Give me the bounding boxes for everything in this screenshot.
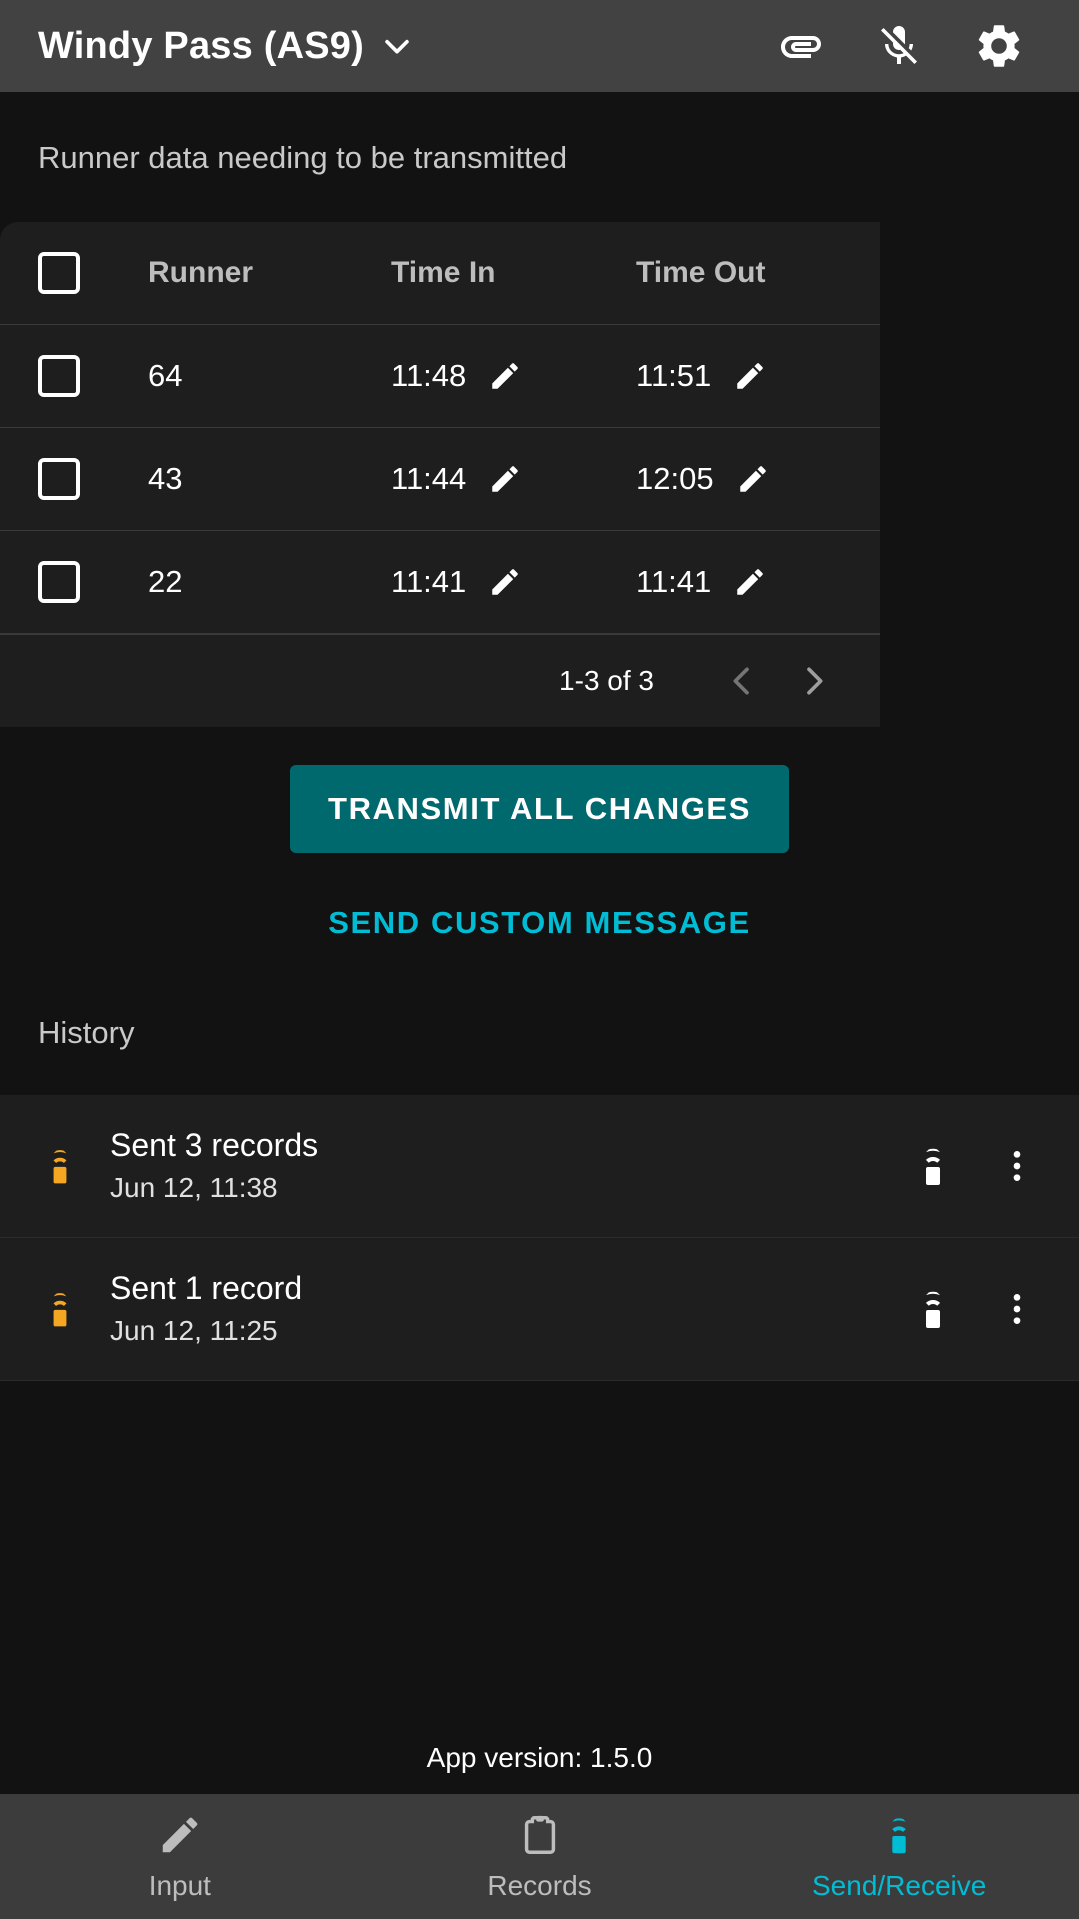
previous-page-button[interactable] <box>706 645 778 717</box>
history-label: History <box>38 1015 135 1050</box>
checkbox-box <box>38 561 80 603</box>
microphone-off-icon[interactable] <box>875 22 923 70</box>
history-title: Sent 1 record <box>110 1270 303 1307</box>
history-trailing <box>909 1285 1037 1333</box>
history-title: Sent 3 records <box>110 1127 319 1164</box>
remote-transmit-icon <box>38 1287 106 1331</box>
more-vertical-icon[interactable] <box>997 1146 1037 1186</box>
row-checkbox[interactable] <box>38 561 148 603</box>
time-out-value: 12:05 <box>636 461 714 496</box>
table-header-row: Runner Time In Time Out <box>0 222 880 325</box>
section-label: Runner data needing to be transmitted <box>38 140 568 175</box>
pencil-icon[interactable] <box>733 565 767 599</box>
bottom-navigation: Input Records Send/Receive <box>0 1794 1079 1919</box>
history-list: Sent 3 records Jun 12, 11:38 Sent 1 reco… <box>0 1095 1079 1381</box>
column-header-time-in[interactable]: Time In <box>391 256 636 290</box>
column-header-time-out[interactable]: Time Out <box>636 256 881 290</box>
page-title: Windy Pass (AS9) <box>38 24 364 67</box>
table-row[interactable]: 64 11:48 11:51 <box>0 325 880 428</box>
nav-label-input: Input <box>148 1869 211 1901</box>
app-screen: Windy Pass (AS9) Runner data needing to … <box>0 0 1079 1919</box>
cell-time-in: 11:48 <box>391 358 636 394</box>
history-timestamp: Jun 12, 11:38 <box>110 1172 278 1204</box>
time-out-value: 11:41 <box>636 564 712 599</box>
chevron-down-icon[interactable] <box>380 29 414 63</box>
history-trailing <box>909 1142 1037 1190</box>
remote-transmit-icon[interactable] <box>909 1142 957 1190</box>
send-custom-message-button[interactable]: SEND CUSTOM MESSAGE <box>308 875 771 971</box>
app-bar: Windy Pass (AS9) <box>0 0 1079 92</box>
next-page-button[interactable] <box>778 645 850 717</box>
nav-item-send-receive[interactable]: Send/Receive <box>719 1812 1079 1902</box>
cell-time-in: 11:41 <box>391 564 636 600</box>
cell-runner: 22 <box>148 564 183 599</box>
app-bar-actions <box>777 20 1053 72</box>
list-item[interactable]: Sent 3 records Jun 12, 11:38 <box>0 1095 1079 1238</box>
pencil-icon[interactable] <box>733 359 767 393</box>
station-selector[interactable]: Windy Pass (AS9) <box>38 25 777 68</box>
time-out-value: 11:51 <box>636 358 712 393</box>
transmit-all-changes-button[interactable]: TRANSMIT ALL CHANGES <box>290 765 789 853</box>
list-item[interactable]: Sent 1 record Jun 12, 11:25 <box>0 1238 1079 1381</box>
nav-label-send-receive: Send/Receive <box>812 1869 987 1901</box>
row-checkbox[interactable] <box>38 458 148 500</box>
time-in-value: 11:48 <box>391 358 467 393</box>
table-pagination: 1-3 of 3 <box>0 634 880 727</box>
cell-runner: 64 <box>148 358 183 393</box>
paperclip-icon[interactable] <box>777 22 825 70</box>
cell-time-in: 11:44 <box>391 461 636 497</box>
pencil-icon[interactable] <box>736 462 770 496</box>
checkbox-box <box>38 252 80 294</box>
remote-transmit-icon[interactable] <box>909 1285 957 1333</box>
history-text: Sent 3 records Jun 12, 11:38 <box>106 1125 909 1207</box>
table-row[interactable]: 43 11:44 12:05 <box>0 428 880 531</box>
checkbox-box <box>38 355 80 397</box>
remote-transmit-icon <box>876 1812 922 1858</box>
pencil-icon <box>157 1812 203 1858</box>
history-text: Sent 1 record Jun 12, 11:25 <box>106 1268 909 1350</box>
select-all-checkbox[interactable] <box>38 252 148 294</box>
gear-icon[interactable] <box>973 20 1025 72</box>
pencil-icon[interactable] <box>488 359 522 393</box>
runner-data-table: Runner Time In Time Out 64 11:48 11:51 4… <box>0 222 880 727</box>
cell-runner: 43 <box>148 461 183 496</box>
nav-item-records[interactable]: Records <box>360 1812 720 1902</box>
clipboard-icon <box>517 1812 563 1858</box>
table-row[interactable]: 22 11:41 11:41 <box>0 531 880 634</box>
nav-label-records: Records <box>487 1869 592 1901</box>
pencil-icon[interactable] <box>488 462 522 496</box>
action-buttons: TRANSMIT ALL CHANGES SEND CUSTOM MESSAGE <box>0 727 1079 971</box>
more-vertical-icon[interactable] <box>997 1289 1037 1329</box>
nav-item-input[interactable]: Input <box>0 1812 360 1902</box>
pencil-icon[interactable] <box>488 565 522 599</box>
cell-time-out: 12:05 <box>636 461 881 497</box>
checkbox-box <box>38 458 80 500</box>
time-in-value: 11:44 <box>391 461 467 496</box>
row-checkbox[interactable] <box>38 355 148 397</box>
column-header-runner[interactable]: Runner <box>148 256 391 290</box>
page-range-label: 1-3 of 3 <box>559 665 654 696</box>
cell-time-out: 11:41 <box>636 564 881 600</box>
remote-transmit-icon <box>38 1144 106 1188</box>
time-in-value: 11:41 <box>391 564 467 599</box>
history-timestamp: Jun 12, 11:25 <box>110 1315 278 1347</box>
cell-time-out: 11:51 <box>636 358 881 394</box>
app-version-label: App version: 1.5.0 <box>426 1742 653 1773</box>
